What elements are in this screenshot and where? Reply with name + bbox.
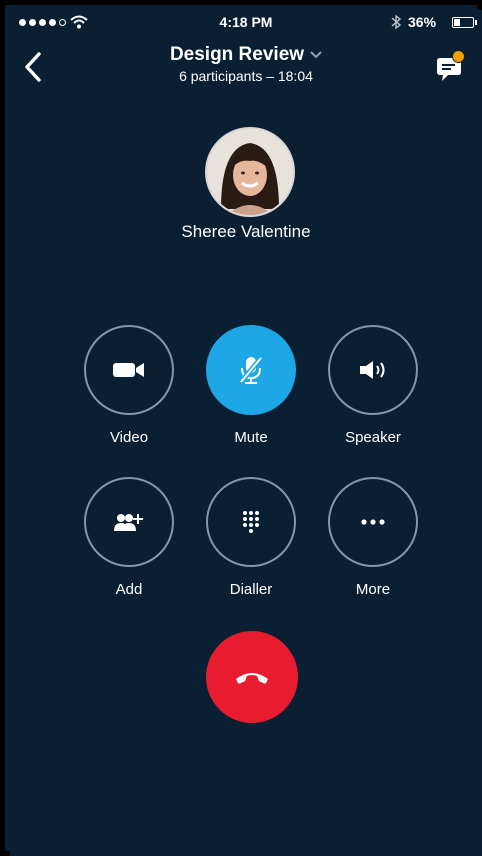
battery-fill [454,19,460,26]
keypad-icon [243,511,259,533]
mute-label: Mute [234,429,268,446]
status-bar: 4:18 PM 36% [10,10,482,36]
battery-tip [475,20,477,25]
more-button[interactable] [328,477,418,567]
bluetooth-icon [391,14,402,30]
more-dots-icon [361,519,385,525]
dropdown-chevron-icon[interactable] [310,51,322,59]
chat-button[interactable] [434,50,470,86]
speaker-icon [360,361,385,379]
avatar-portrait [207,129,293,215]
speaker-button[interactable] [328,325,418,415]
call-title-block[interactable]: Design Review 6 participants – 18:04 [10,44,482,84]
speaker-label: Speaker [345,429,401,446]
call-screen: 4:18 PM 36% Design Review 6 participants… [10,10,482,856]
battery-percent: 36% [408,14,437,30]
video-button[interactable] [84,325,174,415]
call-title: Design Review [169,44,305,65]
mute-button[interactable] [206,325,296,415]
microphone-muted-icon [239,356,263,384]
avatar [205,127,295,217]
battery-icon [452,17,474,28]
dialler-label: Dialler [229,581,273,598]
add-button[interactable] [84,477,174,567]
more-label: More [355,581,391,598]
notification-dot [452,50,465,63]
video-camera-icon [113,363,144,377]
call-subtitle: 6 participants – 18:04 [179,68,313,84]
call-title-row[interactable]: Design Review [10,44,482,66]
add-label: Add [115,581,143,598]
hang-up-icon [236,673,268,684]
end-call-button[interactable] [206,631,298,723]
video-label: Video [109,429,149,446]
phone-frame: 4:18 PM 36% Design Review 6 participants… [0,0,482,856]
add-people-icon [114,514,143,531]
dialler-button[interactable] [206,477,296,567]
caller-name: Sheree Valentine [181,222,311,241]
